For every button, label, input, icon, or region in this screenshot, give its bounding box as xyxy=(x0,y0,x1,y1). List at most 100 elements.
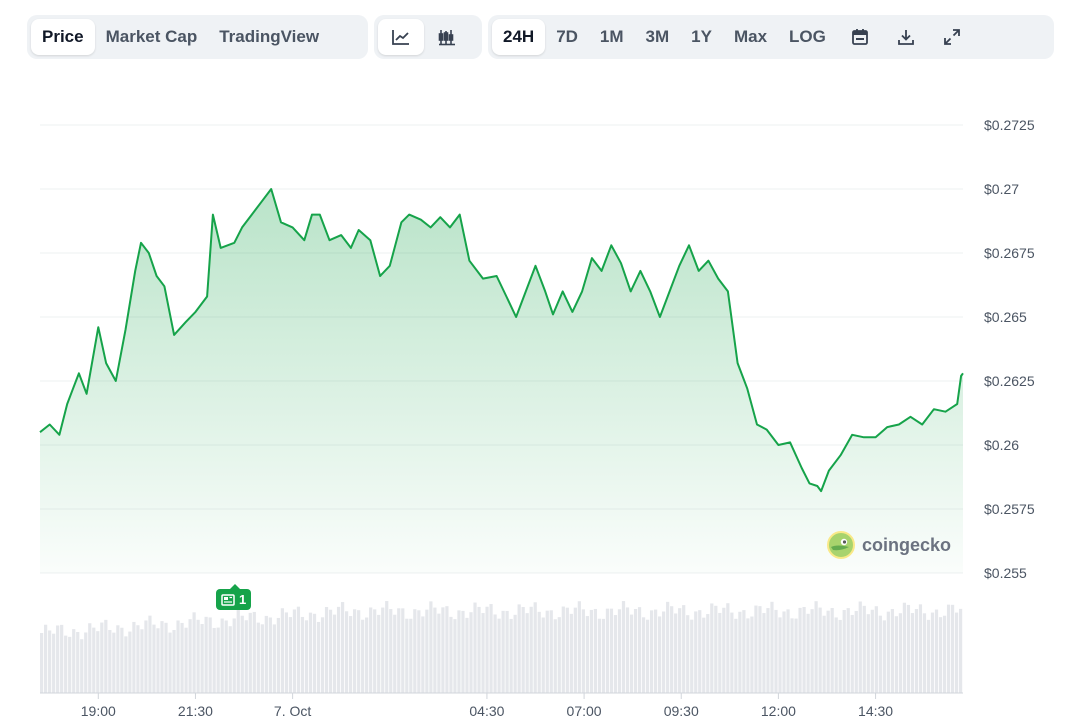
volume-bar xyxy=(786,609,790,693)
volume-bar xyxy=(176,620,180,693)
volume-bar xyxy=(228,626,232,693)
volume-bar xyxy=(216,627,220,693)
volume-bar xyxy=(40,633,44,693)
volume-bar xyxy=(950,604,955,693)
volume-bar xyxy=(674,613,678,693)
volume-bar xyxy=(633,608,638,693)
volume-bar xyxy=(653,609,658,693)
volume-bar xyxy=(718,612,722,693)
volume-bar xyxy=(621,601,626,693)
volume-bar xyxy=(425,609,429,693)
volume-bar xyxy=(722,607,726,693)
news-count: 1 xyxy=(239,592,247,607)
volume-bar xyxy=(332,614,337,693)
volume-bar xyxy=(742,610,746,693)
volume-bar xyxy=(373,609,377,693)
volume-bar xyxy=(910,613,915,693)
volume-bar xyxy=(585,616,589,693)
volume-bar xyxy=(236,609,240,693)
volume-bar xyxy=(92,627,96,693)
volume-bar xyxy=(449,616,453,693)
volume-bar xyxy=(437,613,441,693)
volume-bar xyxy=(589,609,593,693)
volume-bar xyxy=(493,614,497,693)
volume-bar xyxy=(401,608,405,693)
y-tick-label: $0.2625 xyxy=(984,373,1035,389)
volume-bar xyxy=(762,613,766,693)
volume-bar xyxy=(76,632,80,693)
volume-bar xyxy=(601,618,606,693)
coingecko-watermark: coingecko xyxy=(827,531,951,559)
volume-bar xyxy=(958,608,963,693)
volume-bar xyxy=(288,617,293,693)
volume-bar xyxy=(609,608,614,693)
volume-bar xyxy=(296,606,301,693)
x-tick-label: 21:30 xyxy=(178,703,213,719)
volume-bar xyxy=(794,618,798,693)
volume-bar xyxy=(180,622,184,693)
volume-bar xyxy=(361,619,365,693)
volume-bar xyxy=(694,611,698,693)
volume-bar xyxy=(870,609,874,693)
volume-bar xyxy=(381,607,385,693)
volume-bar xyxy=(96,631,100,693)
volume-bar xyxy=(224,620,228,693)
volume-bar xyxy=(308,612,313,693)
volume-bar xyxy=(84,632,88,693)
volume-bar xyxy=(814,601,818,693)
volume-bar xyxy=(128,631,132,693)
y-tick-label: $0.2675 xyxy=(984,245,1035,261)
volume-bar xyxy=(509,618,513,693)
volume-bar xyxy=(284,612,289,693)
volume-bar xyxy=(349,616,353,693)
volume-bar xyxy=(854,610,858,693)
newspaper-icon xyxy=(221,593,235,606)
news-marker[interactable]: 1 xyxy=(216,584,252,610)
volume-bar xyxy=(926,619,931,693)
volume-bar xyxy=(866,614,870,693)
volume-bar xyxy=(874,606,878,693)
y-tick-label: $0.2575 xyxy=(984,501,1035,517)
volume-bar xyxy=(533,602,537,693)
volume-bar xyxy=(192,612,196,693)
volume-bar xyxy=(220,618,224,693)
volume-bar xyxy=(706,614,710,693)
volume-bar xyxy=(377,614,381,693)
price-chart[interactable]: $0.2725 $0.27 $0.2675 $0.265 $0.2625 $0.26 $0.… xyxy=(0,0,1072,728)
gecko-logo-icon xyxy=(827,531,855,559)
volume-bar xyxy=(336,606,341,693)
volume-bar xyxy=(280,608,284,693)
volume-bar xyxy=(88,623,92,693)
volume-bar xyxy=(292,609,297,693)
volume-bar xyxy=(413,609,417,693)
volume-bar xyxy=(48,630,52,693)
volume-bar xyxy=(369,607,373,693)
volume-bar xyxy=(662,611,666,693)
volume-bar xyxy=(649,610,654,693)
volume-bar xyxy=(320,617,325,693)
volume-bar xyxy=(806,613,810,693)
volume-bar xyxy=(100,622,104,693)
volume-bar xyxy=(453,619,457,693)
volume-bar xyxy=(734,618,738,693)
volume-bar xyxy=(465,617,469,693)
x-tick-label: 7. Oct xyxy=(274,703,311,719)
y-axis: $0.2725 $0.27 $0.2675 $0.265 $0.2625 $0.26 $0.… xyxy=(984,117,1035,581)
volume-bar xyxy=(272,624,276,693)
volume-bar xyxy=(670,606,674,693)
volume-bar xyxy=(324,607,329,693)
volume-bar xyxy=(108,630,112,693)
volume-bar xyxy=(60,624,64,693)
volume-bar xyxy=(248,612,252,693)
volume-bar xyxy=(710,603,714,693)
volume-bar xyxy=(834,617,838,693)
volume-bar xyxy=(746,618,750,693)
volume-bar xyxy=(116,625,120,693)
volume-bar xyxy=(954,612,959,693)
volume-bar xyxy=(140,629,144,693)
x-tick-label: 19:00 xyxy=(81,703,116,719)
volume-bar xyxy=(846,608,850,693)
volume-bar xyxy=(758,606,762,693)
volume-bar xyxy=(132,621,136,693)
volume-bar xyxy=(766,608,770,693)
